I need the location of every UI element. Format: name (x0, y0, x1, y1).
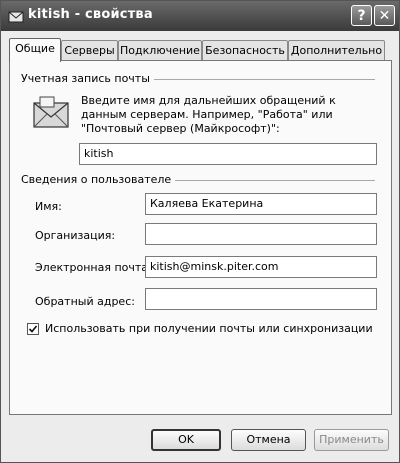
title-bar[interactable]: kitish - свойства ? ✕ (1, 1, 399, 31)
email-label: Электронная почта: (35, 261, 152, 274)
tab-general[interactable]: Общие (9, 38, 61, 62)
checkmark-icon (28, 325, 38, 333)
organization-label: Организация: (35, 229, 116, 242)
tab-advanced[interactable]: Дополнительно (288, 40, 385, 60)
help-button[interactable]: ? (351, 5, 372, 26)
envelope-icon (33, 96, 69, 128)
window-title: kitish - свойства (28, 7, 153, 22)
name-label: Имя: (35, 200, 62, 213)
tab-strip: Общие Серверы Подключение Безопасность Д… (9, 38, 393, 62)
account-name-input[interactable]: kitish (79, 143, 377, 165)
properties-dialog: kitish - свойства ? ✕ Общие Серверы Подк… (0, 0, 400, 463)
user-info-group-title: Сведения о пользователе (21, 173, 176, 186)
tab-security[interactable]: Безопасность (202, 40, 288, 60)
close-icon: ✕ (378, 8, 391, 24)
cancel-button[interactable]: Отмена (231, 429, 306, 451)
tab-servers[interactable]: Серверы (61, 40, 118, 60)
mail-account-description: Введите имя для дальнейших обращений к д… (81, 94, 336, 135)
name-input[interactable]: Каляева Екатерина (145, 193, 377, 215)
apply-button[interactable]: Применить (314, 429, 389, 451)
email-input[interactable]: kitish@minsk.piter.com (145, 256, 377, 278)
organization-input[interactable] (145, 223, 377, 245)
mail-account-group-title: Учетная запись почты (21, 72, 154, 85)
sync-checkbox-label[interactable]: Использовать при получении почты или син… (45, 322, 373, 335)
reply-address-input[interactable] (145, 288, 377, 310)
close-button[interactable]: ✕ (374, 5, 395, 26)
tab-connection[interactable]: Подключение (118, 40, 202, 60)
ok-button[interactable]: OK (151, 429, 221, 451)
mail-account-icon (8, 11, 24, 23)
sync-checkbox[interactable] (27, 323, 39, 335)
help-icon: ? (357, 8, 366, 24)
reply-address-label: Обратный адрес: (35, 295, 135, 308)
